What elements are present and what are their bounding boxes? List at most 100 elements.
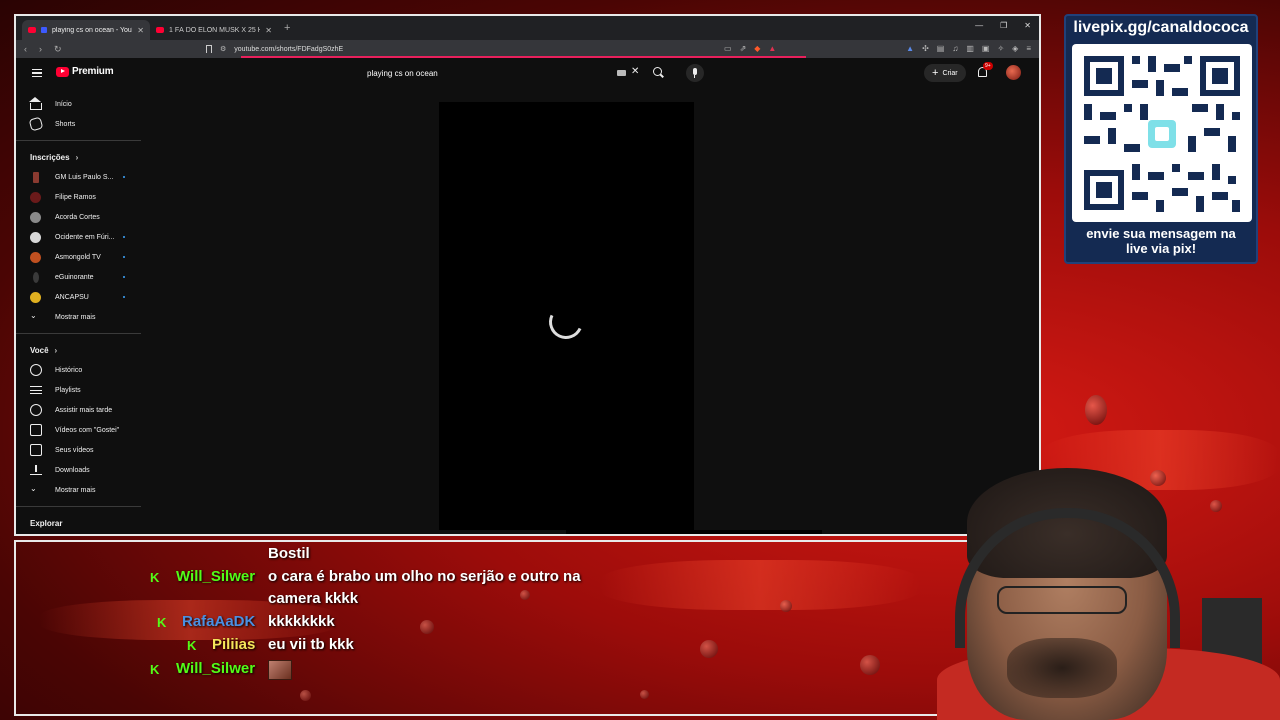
sidebar-icon[interactable]: ▥ xyxy=(966,44,974,53)
back-icon[interactable]: ‹ xyxy=(24,44,27,54)
chat-message-text: o cara é brabo um olho no serjão e outro… xyxy=(268,568,581,585)
sidebar-item-label: Vídeos com "Gostei" xyxy=(55,426,120,434)
qr-caption-line-2: live via pix! xyxy=(1125,241,1197,256)
youtube-premium-logo[interactable]: Premium xyxy=(56,66,114,77)
explore-header: Explorar xyxy=(16,513,141,533)
extension-icon[interactable]: ▲ xyxy=(906,44,914,53)
live-dot xyxy=(123,256,125,258)
kick-icon: K xyxy=(157,615,167,630)
extension-favicon-icon xyxy=(41,27,47,33)
clear-search-icon[interactable]: ✕ xyxy=(631,66,639,77)
forward-icon[interactable]: › xyxy=(39,44,42,54)
close-tab-icon[interactable]: ✕ xyxy=(265,26,272,35)
search-button[interactable] xyxy=(651,65,665,79)
sidebar-item-label: Filipe Ramos xyxy=(55,193,96,201)
notification-badge: 9+ xyxy=(983,62,993,70)
maximize-icon[interactable]: ❐ xyxy=(1000,21,1007,30)
leo-icon[interactable]: ✧ xyxy=(997,44,1004,53)
sidebar-item-home[interactable]: Início xyxy=(16,94,141,114)
reader-icon[interactable]: ▤ xyxy=(937,44,945,53)
sidebar-item-your-videos[interactable]: Seus vídeos xyxy=(16,440,141,460)
sidebar-item-label: Shorts xyxy=(55,120,76,128)
chat-message-text: Bostil xyxy=(268,545,310,562)
subscriptions-header[interactable]: Inscrições › xyxy=(16,147,141,167)
sidebar-item-label: Seus vídeos xyxy=(55,446,94,454)
youtube-favicon-icon xyxy=(156,27,164,33)
tab-youtube-shorts[interactable]: playing cs on ocean - YouTube ✕ xyxy=(22,20,150,40)
live-dot xyxy=(123,296,125,298)
site-info-icon[interactable]: ⚙ xyxy=(220,45,226,53)
channel-avatar xyxy=(30,211,41,223)
address-bar: ‹ › ↻ ⚙ youtube.com/shorts/FDFadgS0zhE ▭… xyxy=(16,40,1039,58)
chat-overlay-frame xyxy=(14,540,1041,716)
sidebar-item-label: Histórico xyxy=(55,366,83,374)
watch-later-icon xyxy=(30,404,42,416)
section-title: Inscrições xyxy=(30,152,70,162)
tab-title: playing cs on ocean - YouTube xyxy=(52,26,132,34)
logo-text: Premium xyxy=(72,66,114,77)
create-button[interactable]: + Criar xyxy=(924,64,966,82)
close-window-icon[interactable]: ✕ xyxy=(1024,21,1031,30)
sidebar-item-label: Mostrar mais xyxy=(55,313,96,321)
you-header[interactable]: Você › xyxy=(16,340,141,360)
voice-search-button[interactable] xyxy=(686,64,704,82)
qr-title: livepix.gg/canaldococa xyxy=(1073,19,1249,36)
url-field[interactable]: ⚙ youtube.com/shorts/FDFadgS0zhE xyxy=(206,42,811,56)
sidebar-item-history[interactable]: Histórico xyxy=(16,360,141,380)
qr-caption-line-1: envie sua mensagem na xyxy=(1086,226,1236,241)
tab-title: 1 FÃ DO ELON MUSK X 25 HATERS | xyxy=(169,26,260,34)
screenshot-icon[interactable]: ▭ xyxy=(724,44,732,53)
section-title: Explorar xyxy=(30,518,63,528)
share-icon[interactable]: ⇗ xyxy=(740,44,747,53)
reload-icon[interactable]: ↻ xyxy=(54,44,62,55)
sidebar-item-liked[interactable]: Vídeos com "Gostei" xyxy=(16,420,141,440)
shorts-icon xyxy=(28,116,44,132)
youtube-page: Premium playing cs on ocean ✕ + Criar 9+… xyxy=(16,58,1039,534)
channel-avatar xyxy=(30,191,41,203)
rewards-icon[interactable]: ▲ xyxy=(768,44,776,53)
puzzle-icon[interactable]: ✣ xyxy=(922,44,929,53)
window-controls: — ❐ ✕ xyxy=(975,21,1031,30)
sidebar-item-label: ANCAPSU xyxy=(55,293,89,301)
keyboard-icon[interactable] xyxy=(617,70,626,76)
wallet-icon[interactable]: ▣ xyxy=(982,44,990,53)
sidebar-item-channel[interactable]: Asmongold TV xyxy=(16,247,141,267)
kick-icon: K xyxy=(187,638,197,653)
sidebar-item-playlists[interactable]: Playlists xyxy=(16,380,141,400)
sidebar-item-channel[interactable]: Filipe Ramos xyxy=(16,187,141,207)
download-icon xyxy=(30,464,42,476)
hamburger-menu-icon[interactable] xyxy=(32,69,42,77)
new-tab-icon[interactable]: + xyxy=(284,22,290,34)
browser-window: playing cs on ocean - YouTube ✕ 1 FÃ DO … xyxy=(14,14,1041,536)
music-icon[interactable]: ♫ xyxy=(952,44,958,53)
shorts-video-player[interactable] xyxy=(439,102,694,530)
sidebar-item-channel[interactable]: Acorda Cortes xyxy=(16,207,141,227)
account-avatar[interactable] xyxy=(1006,65,1021,80)
kick-icon: K xyxy=(150,662,160,677)
glasses xyxy=(997,586,1127,614)
sidebar-item-channel[interactable]: ANCAPSU xyxy=(16,287,141,307)
extension-toolbar: ▲ ✣ ▤ ♫ ▥ ▣ ✧ ◈ ≡ xyxy=(906,44,1031,53)
tab-bar: playing cs on ocean - YouTube ✕ 1 FÃ DO … xyxy=(16,16,1039,40)
sidebar-item-channel[interactable]: GM Luis Paulo S... xyxy=(16,167,141,187)
minimize-icon[interactable]: — xyxy=(975,21,983,30)
show-more-subscriptions[interactable]: ⌄ Mostrar mais xyxy=(16,307,141,327)
vpn-icon[interactable]: ◈ xyxy=(1012,44,1018,53)
sidebar-item-channel[interactable]: Ocidente em Fúri... xyxy=(16,227,141,247)
sidebar-item-watch-later[interactable]: Assistir mais tarde xyxy=(16,400,141,420)
sidebar-item-label: Asmongold TV xyxy=(55,253,101,261)
close-tab-icon[interactable]: ✕ xyxy=(137,26,144,35)
chat-emote xyxy=(268,660,292,680)
chevron-right-icon: › xyxy=(75,152,79,162)
sidebar-item-downloads[interactable]: Downloads xyxy=(16,460,141,480)
search-input[interactable]: playing cs on ocean ✕ xyxy=(359,64,646,82)
sidebar-item-shorts[interactable]: Shorts xyxy=(16,114,141,134)
chat-username: Piliias xyxy=(212,636,256,653)
show-more-you[interactable]: ⌄ Mostrar mais xyxy=(16,480,141,500)
channel-avatar xyxy=(33,171,39,183)
menu-icon[interactable]: ≡ xyxy=(1026,44,1031,53)
brave-shield-icon[interactable]: ◆ xyxy=(754,44,760,53)
tab-elon-video[interactable]: 1 FÃ DO ELON MUSK X 25 HATERS | ✕ xyxy=(150,20,278,40)
bookmark-icon[interactable] xyxy=(206,45,212,53)
sidebar-item-channel[interactable]: eGuinorante xyxy=(16,267,141,287)
